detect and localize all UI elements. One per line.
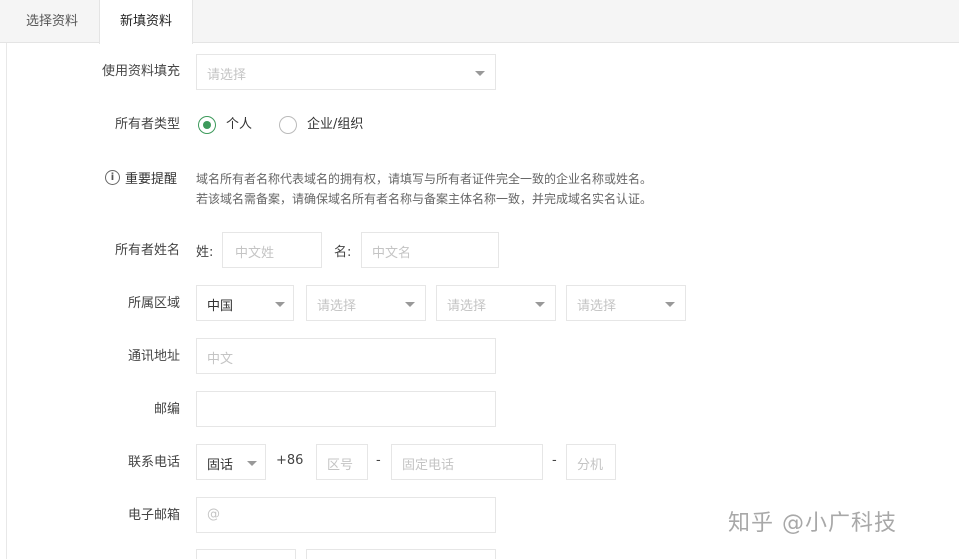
notice-label: 重要提醒 [125, 172, 178, 187]
fill-from-profile-select[interactable]: 请选择 [196, 54, 496, 90]
given-name-label: 名: [334, 245, 352, 260]
fill-from-profile-placeholder: 请选择 [207, 68, 247, 83]
city-select[interactable]: 请选择 [436, 285, 556, 321]
phone-label: 联系电话 [127, 455, 180, 470]
phone-number-placeholder: 固定电话 [402, 458, 455, 473]
tab-bar: 选择资料 新填资料 [0, 0, 959, 44]
watermark: 知乎 @小广科技 [728, 511, 897, 536]
city-placeholder: 请选择 [447, 299, 487, 314]
province-select[interactable]: 请选择 [306, 285, 426, 321]
tab-new-profile[interactable]: 新填资料 [99, 0, 193, 44]
surname-input[interactable]: 中文姓 [222, 232, 322, 268]
postcode-input[interactable] [196, 391, 496, 427]
chevron-down-icon [275, 302, 285, 307]
phone-type-select[interactable]: 固话 [196, 444, 266, 480]
district-placeholder: 请选择 [577, 299, 617, 314]
chevron-down-icon [535, 302, 545, 307]
extension-input[interactable]: 分机 [566, 444, 616, 480]
address-placeholder: 中文 [207, 352, 234, 367]
phone-separator: - [376, 453, 381, 468]
email-label: 电子邮箱 [127, 508, 180, 523]
extension-separator: - [552, 453, 557, 468]
postcode-label: 邮编 [153, 402, 180, 417]
next-row-input-2[interactable] [306, 549, 496, 559]
radio-individual[interactable] [198, 116, 216, 134]
email-input[interactable]: @ [196, 497, 496, 533]
fill-from-profile-label: 使用资料填充 [101, 64, 180, 79]
owner-type-label: 所有者类型 [114, 117, 180, 132]
chevron-down-icon [247, 461, 257, 466]
tab-select-profile[interactable]: 选择资料 [6, 0, 98, 43]
province-placeholder: 请选择 [317, 299, 357, 314]
phone-number-input[interactable]: 固定电话 [391, 444, 543, 480]
area-code-input[interactable]: 区号 [316, 444, 368, 480]
owner-name-label: 所有者姓名 [114, 243, 180, 258]
chevron-down-icon [405, 302, 415, 307]
notice-line-1: 域名所有者名称代表域名的拥有权，请填写与所有者证件完全一致的企业名称或姓名。 [196, 172, 653, 186]
given-name-input[interactable]: 中文名 [361, 232, 499, 268]
region-label: 所属区域 [127, 296, 180, 311]
country-code: +86 [276, 453, 304, 468]
area-code-placeholder: 区号 [327, 458, 354, 473]
country-select[interactable]: 中国 [196, 285, 294, 321]
email-placeholder: @ [207, 507, 220, 522]
address-input[interactable]: 中文 [196, 338, 496, 374]
surname-label: 姓: [196, 245, 214, 260]
chevron-down-icon [475, 71, 485, 76]
surname-placeholder: 中文姓 [235, 246, 275, 261]
district-select[interactable]: 请选择 [566, 285, 686, 321]
extension-placeholder: 分机 [577, 458, 604, 473]
country-value: 中国 [207, 299, 234, 314]
given-name-placeholder: 中文名 [372, 246, 412, 261]
radio-individual-label[interactable]: 个人 [226, 116, 252, 134]
radio-organization-label[interactable]: 企业/组织 [307, 116, 363, 134]
phone-type-value: 固话 [207, 458, 234, 473]
notice-line-2: 若该域名需备案，请确保域名所有者名称与备案主体名称一致，并完成域名实名认证。 [196, 192, 653, 206]
address-label: 通讯地址 [127, 349, 180, 364]
chevron-down-icon [665, 302, 675, 307]
info-icon: i [105, 170, 120, 185]
next-row-input[interactable] [196, 549, 296, 559]
radio-organization[interactable] [279, 116, 297, 134]
